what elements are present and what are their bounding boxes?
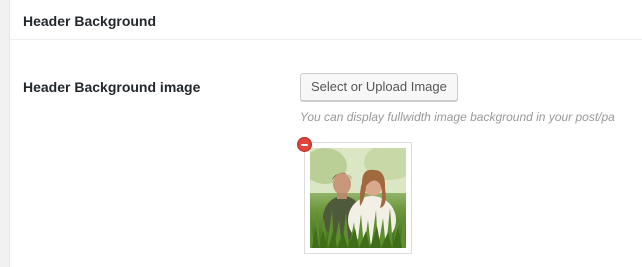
meta-box-header: Header Background (10, 0, 642, 40)
meta-box: Header Background Header Background imag… (9, 0, 642, 267)
header-background-photo (310, 148, 406, 248)
remove-circle-icon[interactable] (297, 137, 312, 152)
section-title: Header Background (23, 13, 157, 29)
field-help-text: You can display fullwidth image backgrou… (300, 110, 615, 124)
select-upload-image-button[interactable]: Select or Upload Image (300, 73, 458, 101)
image-thumbnail[interactable] (304, 142, 412, 254)
header-background-image-label: Header Background image (23, 79, 201, 95)
